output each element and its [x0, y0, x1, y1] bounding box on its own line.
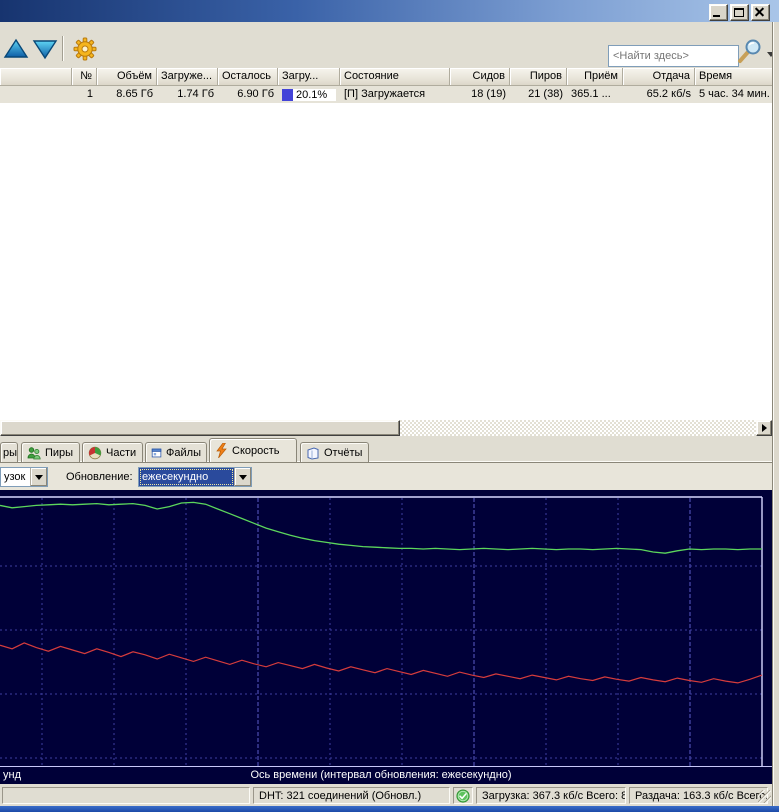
network-ok-icon: [456, 789, 470, 803]
scrollbar-thumb[interactable]: [0, 420, 400, 436]
app-window: № Объём Загруже... Осталось Загру... Сос…: [0, 0, 779, 812]
torrent-list-area[interactable]: [0, 103, 773, 420]
column-header-remaining[interactable]: Осталось: [218, 68, 278, 86]
reports-icon: [306, 446, 320, 460]
column-header-status[interactable]: Состояние: [340, 68, 450, 86]
resize-grip[interactable]: [758, 790, 771, 803]
maximize-button[interactable]: [730, 4, 749, 21]
cell-up-speed: 65.2 кб/s: [623, 86, 695, 103]
tab-pieces[interactable]: Части: [82, 442, 143, 462]
column-header-size[interactable]: Объём: [97, 68, 157, 86]
upload-status: Раздача: 163.3 кб/с Всего: 46.7 Гб: [629, 787, 768, 804]
status-panel-empty: [2, 787, 250, 804]
speed-chart: [0, 490, 772, 783]
maximize-icon: [734, 8, 744, 17]
chevron-down-icon: [239, 475, 247, 480]
title-bar[interactable]: [0, 0, 779, 22]
table-row[interactable]: 1 8.65 Гб 1.74 Гб 6.90 Гб 20.1% [П] Загр…: [0, 86, 779, 103]
column-header-seeds[interactable]: Сидов: [450, 68, 510, 86]
tab-label: Файлы: [166, 447, 201, 459]
status-bar: DHT: 321 соединений (Обновл.) Загрузка: …: [0, 785, 779, 806]
tab-speed[interactable]: Скорость: [209, 438, 297, 462]
move-up-queue-button[interactable]: [2, 35, 30, 63]
combo-arrow-button[interactable]: [30, 468, 47, 486]
graph-type-select[interactable]: узок: [0, 467, 48, 487]
cell-peers: 21 (38): [510, 86, 567, 103]
combo-arrow-button[interactable]: [234, 468, 251, 486]
scroll-right-icon: [762, 424, 767, 432]
search-icon: [735, 39, 765, 65]
close-icon: [752, 5, 769, 20]
column-header-percent[interactable]: Загру...: [278, 68, 340, 86]
graph-type-value: узок: [1, 468, 30, 486]
speed-chart-panel: унд Ось времени (интервал обновления: еж…: [0, 490, 772, 783]
taskbar-edge: [0, 806, 779, 812]
update-interval-label: Обновление:: [66, 471, 133, 483]
column-header-peers[interactable]: Пиров: [510, 68, 567, 86]
minimize-icon: [713, 15, 720, 17]
pieces-icon: [88, 446, 102, 460]
update-interval-value: ежесекундно: [139, 468, 234, 486]
cell-name: [0, 86, 72, 103]
cell-status: [П] Загружается: [340, 86, 450, 103]
chevron-down-icon: [35, 475, 43, 480]
speed-icon: [215, 443, 228, 458]
column-header-downloaded[interactable]: Загруже...: [157, 68, 218, 86]
torrent-list-header: № Объём Загруже... Осталось Загру... Сос…: [0, 68, 779, 86]
network-status[interactable]: [453, 787, 473, 804]
minimize-button[interactable]: [709, 4, 728, 21]
down-triangle-icon: [32, 37, 58, 61]
move-down-queue-button[interactable]: [31, 35, 59, 63]
cell-seeds: 18 (19): [450, 86, 510, 103]
speed-controls: узок Обновление: ежесекундно: [0, 462, 779, 491]
cell-number: 1: [72, 86, 97, 103]
column-header-number[interactable]: №: [72, 68, 97, 86]
tab-trackers[interactable]: ры: [0, 442, 18, 462]
cell-percent: 20.1%: [278, 86, 340, 103]
gear-icon: [72, 36, 98, 62]
window-right-border: [772, 22, 779, 806]
cell-size: 8.65 Гб: [97, 86, 157, 103]
tab-label: Отчёты: [324, 447, 362, 459]
axis-title: Ось времени (интервал обновления: ежесек…: [0, 769, 762, 781]
update-interval-select[interactable]: ежесекундно: [138, 467, 252, 487]
download-series-line: [0, 502, 762, 553]
close-button[interactable]: [751, 4, 770, 21]
search-button[interactable]: [735, 39, 765, 68]
tab-files[interactable]: Файлы: [145, 442, 207, 462]
search-input[interactable]: [608, 45, 739, 67]
tab-label: Части: [106, 447, 136, 459]
horizontal-scrollbar[interactable]: [0, 420, 772, 436]
column-header-up-speed[interactable]: Отдача: [623, 68, 695, 86]
toolbar-separator: [62, 36, 63, 61]
files-icon: [151, 446, 162, 460]
tab-label: Пиры: [45, 447, 73, 459]
column-header-down-speed[interactable]: Приём: [567, 68, 623, 86]
download-status: Загрузка: 367.3 кб/с Всего: 8.9 Гб: [476, 787, 626, 804]
menu-gap: [0, 22, 779, 30]
time-axis-bar: унд Ось времени (интервал обновления: еж…: [0, 766, 772, 784]
cell-down-speed: 365.1 ...: [567, 86, 623, 103]
progress-bar: 20.1%: [282, 89, 336, 101]
tab-label: ры: [3, 447, 17, 459]
preferences-button[interactable]: [71, 35, 99, 63]
cell-remaining: 6.90 Гб: [218, 86, 278, 103]
cell-downloaded: 1.74 Гб: [157, 86, 218, 103]
scroll-right-button[interactable]: [756, 420, 772, 436]
dht-status[interactable]: DHT: 321 соединений (Обновл.): [253, 787, 450, 804]
cell-eta: 5 час. 34 мин.: [695, 86, 779, 103]
toolbar: [0, 30, 779, 68]
progress-text: 20.1%: [296, 89, 327, 101]
tab-label: Скорость: [232, 445, 280, 457]
column-header-eta[interactable]: Время: [695, 68, 779, 86]
peers-icon: [27, 446, 41, 460]
tab-peers[interactable]: Пиры: [21, 442, 80, 462]
tab-reports[interactable]: Отчёты: [300, 442, 369, 462]
column-header-name[interactable]: [0, 68, 72, 86]
up-triangle-icon: [3, 37, 29, 61]
detail-tabs: ры Пиры Части Файлы: [0, 438, 779, 462]
progress-fill: [282, 89, 293, 101]
